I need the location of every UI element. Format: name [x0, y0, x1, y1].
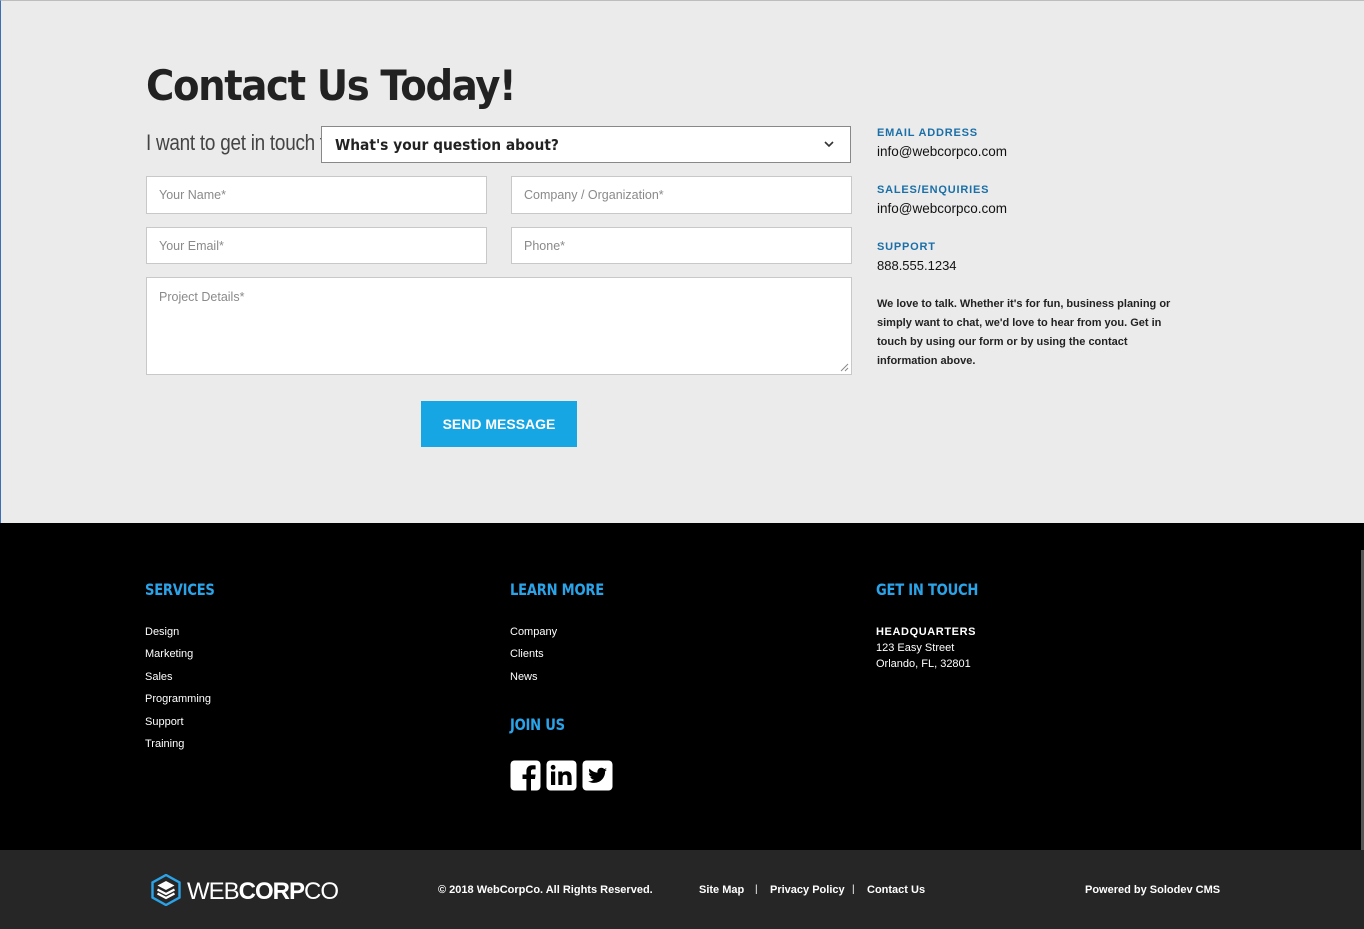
send-message-button[interactable]: SEND MESSAGE — [421, 401, 577, 447]
page-title: Contact Us Today! — [146, 61, 517, 110]
logo-word-web: WEB — [187, 878, 240, 905]
services-item[interactable]: Training — [145, 736, 211, 758]
services-item[interactable]: Design — [145, 624, 211, 646]
services-list: Design Marketing Sales Programming Suppo… — [145, 624, 211, 758]
sales-value[interactable]: info@webcorpco.com — [877, 201, 1007, 216]
company-input[interactable] — [512, 177, 851, 213]
learn-more-heading: LEARN MORE — [510, 580, 604, 599]
name-field-wrap — [146, 176, 487, 214]
email-input[interactable] — [147, 228, 486, 263]
logo-word-co: CO — [304, 878, 339, 905]
phone-input[interactable] — [512, 228, 851, 263]
services-item[interactable]: Support — [145, 714, 211, 736]
learn-more-item[interactable]: Company — [510, 624, 557, 646]
services-item[interactable]: Marketing — [145, 646, 211, 668]
logo-wordmark: WEBCORPCO — [187, 878, 339, 906]
support-label: SUPPORT — [877, 241, 936, 253]
email-address-label: EMAIL ADDRESS — [877, 127, 978, 139]
facebook-icon[interactable] — [510, 760, 541, 791]
question-select[interactable]: What's your question about? — [321, 126, 851, 163]
project-details-textarea[interactable] — [147, 278, 851, 374]
headquarters-address: HEADQUARTERS 123 Easy Street Orlando, FL… — [876, 624, 976, 673]
get-in-touch-heading: GET IN TOUCH — [876, 580, 979, 599]
contact-us-link[interactable]: Contact Us — [867, 884, 925, 896]
contact-section: Contact Us Today! I want to get in touch… — [0, 0, 1364, 523]
site-map-link[interactable]: Site Map — [699, 884, 744, 896]
contact-blurb: We love to talk. Whether it's for fun, b… — [877, 298, 1171, 367]
resize-grip-icon[interactable] — [840, 363, 849, 372]
learn-more-item[interactable]: News — [510, 669, 557, 691]
services-item[interactable]: Sales — [145, 669, 211, 691]
headquarters-street: 123 Easy Street — [876, 642, 955, 655]
email-field-wrap — [146, 227, 487, 264]
phone-field-wrap — [511, 227, 852, 264]
powered-by-link[interactable]: Powered by Solodev CMS — [1085, 884, 1220, 896]
headquarters-city: Orlando, FL, 32801 — [876, 658, 971, 671]
question-select-value: What's your question about? — [335, 136, 559, 154]
sales-label: SALES/ENQUIRIES — [877, 184, 990, 196]
details-field-wrap — [146, 277, 852, 375]
touch-label: I want to get in touch to — [146, 130, 336, 155]
learn-more-list: Company Clients News — [510, 624, 557, 691]
support-phone[interactable]: 888.555.1234 — [877, 258, 957, 273]
site-footer: SERVICES Design Marketing Sales Programm… — [0, 523, 1364, 850]
name-input[interactable] — [147, 177, 486, 213]
link-separator: | — [755, 884, 758, 895]
services-heading: SERVICES — [145, 580, 215, 599]
link-separator: | — [852, 884, 855, 895]
learn-more-item[interactable]: Clients — [510, 646, 557, 668]
services-item[interactable]: Programming — [145, 691, 211, 713]
company-field-wrap — [511, 176, 852, 214]
hexagon-logo-icon — [151, 874, 181, 906]
linkedin-icon[interactable] — [546, 760, 577, 791]
bottom-bar: WEBCORPCO © 2018 WebCorpCo. All Rights R… — [0, 850, 1364, 929]
chevron-down-icon — [824, 141, 834, 148]
twitter-icon[interactable] — [582, 760, 613, 791]
headquarters-title: HEADQUARTERS — [876, 626, 977, 638]
email-address-value[interactable]: info@webcorpco.com — [877, 144, 1007, 159]
logo-word-corp: CORP — [238, 878, 305, 905]
copyright-text: © 2018 WebCorpCo. All Rights Reserved. — [438, 884, 653, 896]
privacy-policy-link[interactable]: Privacy Policy — [770, 884, 845, 896]
webcorpco-logo[interactable]: WEBCORPCO — [151, 874, 339, 906]
join-us-heading: JOIN US — [510, 715, 565, 734]
